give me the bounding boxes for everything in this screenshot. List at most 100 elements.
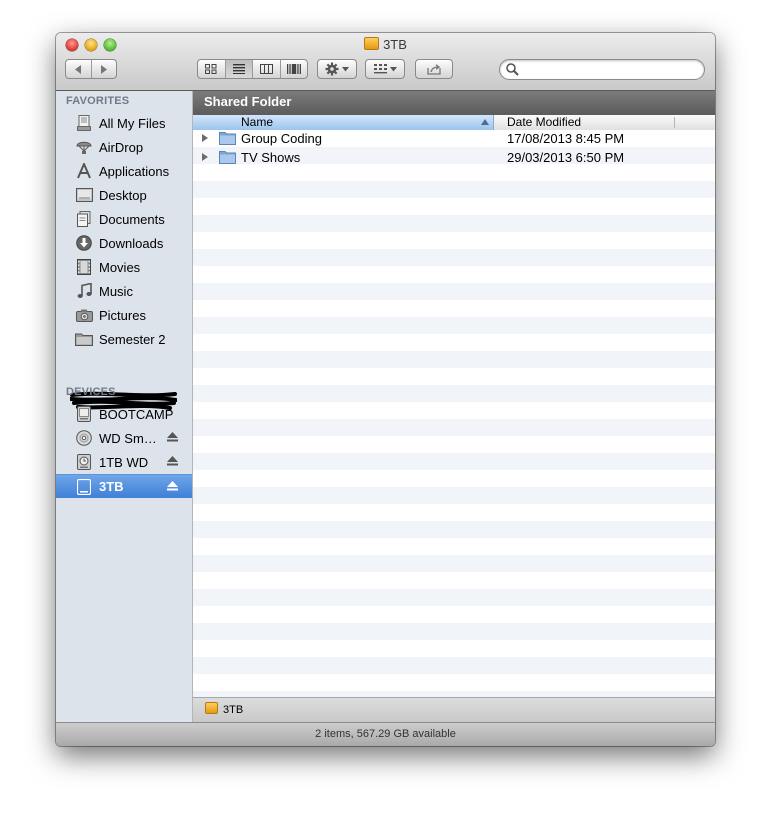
sidebar-item-label: AirDrop [99, 139, 144, 155]
column-divider [674, 117, 675, 128]
file-date-modified: 17/08/2013 8:45 PM [507, 131, 625, 146]
sidebar-item-label: BOOTCAMP [99, 406, 174, 422]
eject-icon[interactable] [167, 481, 178, 491]
column-view-button[interactable] [253, 60, 281, 78]
sidebar-item-wd-smartware[interactable]: WD Sm… [56, 426, 192, 450]
search-input[interactable] [522, 62, 701, 79]
icon-view-icon [205, 64, 217, 74]
search-field[interactable] [499, 59, 705, 80]
path-bar: 3TB [193, 697, 715, 722]
chevron-down-icon [342, 66, 349, 71]
column-header-date-modified[interactable]: Date Modified [507, 115, 581, 129]
arrange-grid-icon [373, 64, 387, 74]
disclosure-triangle-icon[interactable] [202, 153, 208, 161]
favorites-heading: FAVORITES [66, 95, 130, 107]
sidebar-item-1tb-wd[interactable]: 1TB WD [56, 450, 192, 474]
sidebar-item-bootcamp[interactable]: BOOTCAMP [56, 402, 192, 426]
movies-icon [74, 258, 94, 276]
list-view-button[interactable] [225, 60, 253, 78]
sidebar-item-label: Applications [99, 163, 170, 179]
icon-view-button[interactable] [198, 60, 226, 78]
sidebar-item-label: Downloads [99, 235, 164, 251]
forward-button[interactable] [92, 60, 117, 78]
sidebar-item-downloads[interactable]: Downloads [56, 231, 192, 255]
sidebar-item-label: Pictures [99, 307, 146, 323]
sidebar-item-pictures[interactable]: Pictures [56, 303, 192, 327]
sidebar-item-movies[interactable]: Movies [56, 255, 192, 279]
folder-icon [219, 151, 236, 164]
view-mode-control [197, 59, 308, 79]
file-name: Group Coding [241, 131, 322, 146]
sidebar-item-semester-2[interactable]: Semester 2 [56, 327, 192, 351]
gear-icon [325, 62, 339, 76]
folder-icon [219, 132, 236, 145]
camera-icon [74, 306, 94, 324]
forward-arrow-icon [100, 64, 107, 74]
sidebar-item-label: WD Sm… [99, 430, 157, 446]
arrange-menu-button[interactable] [365, 59, 405, 79]
table-row[interactable]: TV Shows 29/03/2013 6:50 PM [193, 149, 715, 167]
path-bar-item[interactable]: 3TB [223, 704, 243, 716]
file-list: Group Coding 17/08/2013 8:45 PM TV Shows… [193, 130, 715, 697]
sidebar-item-label: 3TB [99, 479, 124, 494]
sidebar-item-label: Music [99, 283, 133, 299]
sidebar-item-label: Desktop [99, 187, 147, 203]
sidebar-item-music[interactable]: Music [56, 279, 192, 303]
window-title: 3TB [56, 37, 715, 52]
list-view-icon [232, 64, 245, 74]
sidebar-item-label: All My Files [99, 115, 166, 131]
eject-icon[interactable] [167, 456, 178, 466]
downloads-icon [74, 234, 94, 252]
sidebar-item-3tb[interactable]: 3TB [56, 474, 192, 498]
devices-heading: DEVICES [66, 386, 116, 398]
action-menu-button[interactable] [317, 59, 357, 79]
share-button[interactable] [415, 59, 453, 79]
back-arrow-icon [75, 64, 82, 74]
chevron-down-icon [389, 66, 397, 71]
sidebar-item-desktop[interactable]: Desktop [56, 183, 192, 207]
drive-icon [364, 37, 380, 50]
sidebar-item-all-my-files[interactable]: All My Files [56, 111, 192, 135]
sort-ascending-icon [481, 119, 489, 125]
sidebar-item-airdrop[interactable]: AirDrop [56, 135, 192, 159]
drive-icon [205, 702, 218, 714]
disc-icon [74, 429, 94, 447]
documents-icon [74, 210, 94, 228]
cover-flow-icon [286, 64, 301, 74]
desktop-icon [74, 186, 94, 204]
eject-icon[interactable] [167, 432, 178, 442]
sidebar-item-label: 1TB WD [99, 454, 149, 470]
disclosure-triangle-icon[interactable] [202, 134, 208, 142]
file-name: TV Shows [241, 150, 301, 165]
all-files-icon [74, 114, 94, 132]
column-headers: Name Date Modified [193, 115, 715, 131]
share-icon [426, 63, 441, 75]
music-note-icon [74, 282, 94, 300]
toolbar: 3TB [56, 33, 715, 91]
applications-icon [74, 162, 94, 180]
status-bar: 2 items, 567.29 GB available [56, 722, 715, 746]
folder-icon [74, 330, 94, 348]
external-drive-icon [74, 478, 94, 496]
back-forward-control [65, 59, 117, 79]
back-button[interactable] [66, 60, 92, 78]
sidebar-item-documents[interactable]: Documents [56, 207, 192, 231]
window-title-text: 3TB [383, 37, 407, 52]
sidebar-item-label: Movies [99, 259, 141, 275]
hard-drive-icon [74, 405, 94, 423]
time-machine-drive-icon [74, 453, 94, 471]
column-view-icon [259, 64, 273, 74]
column-header-name[interactable]: Name [193, 115, 494, 130]
finder-window: 3TB FAVORITES All My Files AirDrop Appli… [56, 33, 715, 746]
path-header: Shared Folder [193, 91, 715, 115]
sidebar-item-applications[interactable]: Applications [56, 159, 192, 183]
column-header-name-label: Name [241, 115, 274, 129]
search-icon [506, 63, 519, 76]
cover-flow-view-button[interactable] [281, 60, 308, 78]
sidebar-item-label: Semester 2 [99, 331, 166, 347]
airdrop-icon [74, 138, 94, 156]
table-row[interactable]: Group Coding 17/08/2013 8:45 PM [193, 130, 715, 148]
sidebar: FAVORITES All My Files AirDrop Applicati… [56, 91, 193, 722]
sidebar-item-label: Documents [99, 211, 165, 227]
file-date-modified: 29/03/2013 6:50 PM [507, 150, 625, 165]
